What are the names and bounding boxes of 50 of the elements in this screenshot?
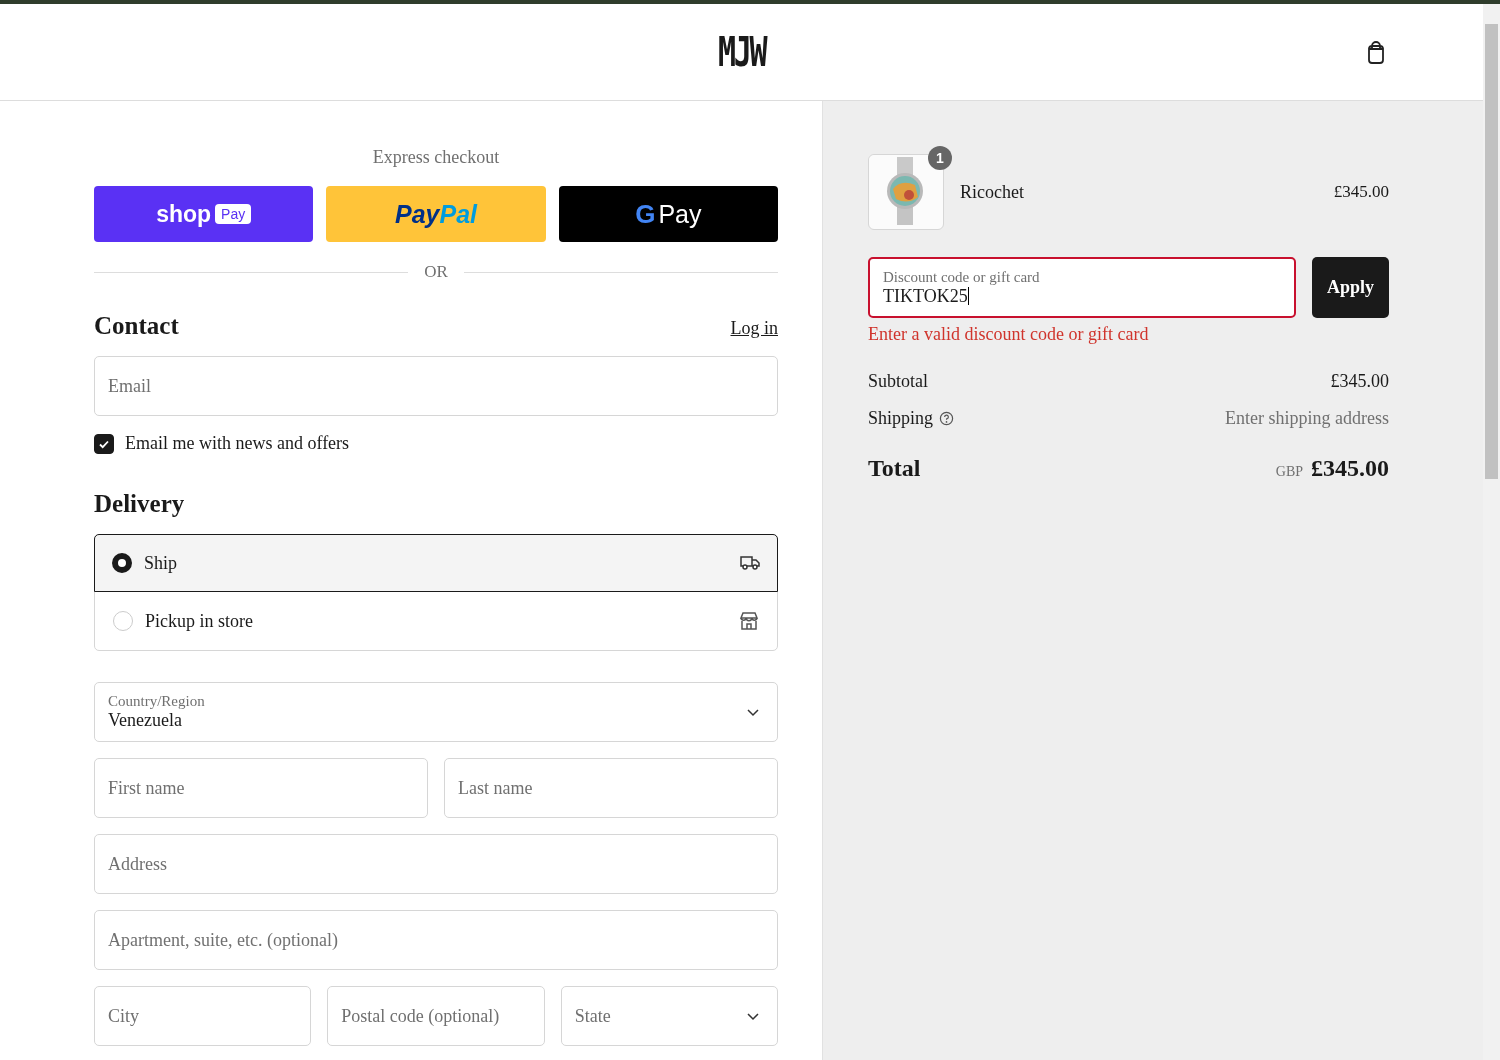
chevron-down-icon xyxy=(747,709,759,717)
total-value: £345.00 xyxy=(1311,455,1389,482)
delivery-option-label: Pickup in store xyxy=(145,610,254,632)
shop-pay-button[interactable]: shop Pay xyxy=(94,186,314,242)
email-field[interactable]: Email xyxy=(94,356,778,416)
truck-icon xyxy=(740,556,760,570)
discount-field[interactable]: Discount code or gift card TIKTOK25 xyxy=(868,257,1296,318)
delivery-heading: Delivery xyxy=(94,490,186,518)
paypal-button[interactable]: PayPal xyxy=(326,186,546,242)
input-field[interactable]: First name xyxy=(94,758,428,818)
newsletter-label: Email me with news and offers xyxy=(125,433,350,454)
input-field[interactable]: Address xyxy=(94,834,778,894)
shipping-label: Shipping xyxy=(868,408,933,429)
scrollbar[interactable] xyxy=(1483,4,1500,1060)
input-field[interactable]: Apartment, suite, etc. (optional) xyxy=(94,910,778,970)
google-pay-button[interactable]: G Pay xyxy=(558,186,778,242)
logo[interactable]: MJW xyxy=(717,29,766,75)
help-icon[interactable] xyxy=(939,411,954,426)
newsletter-checkbox[interactable] xyxy=(94,433,114,454)
delivery-option[interactable]: Pickup in store xyxy=(95,592,777,650)
discount-value: TIKTOK25 xyxy=(883,285,970,307)
input-field[interactable]: City xyxy=(94,986,312,1046)
currency-code: GBP xyxy=(1275,464,1303,480)
contact-heading: Contact xyxy=(94,312,179,340)
delivery-option-label: Ship xyxy=(144,552,178,574)
apply-button[interactable]: Apply xyxy=(1312,257,1389,318)
error-message: Enter a valid discount code or gift card xyxy=(868,324,1150,345)
log-in-link[interactable]: Log in xyxy=(730,318,778,339)
state-select[interactable]: State xyxy=(560,986,778,1046)
input-field[interactable]: Postal code (optional) xyxy=(327,986,545,1046)
state-placeholder: State xyxy=(574,1005,611,1027)
shipping-value: Enter shipping address xyxy=(1225,408,1389,429)
product-price: £345.00 xyxy=(1333,182,1389,202)
product-name: Ricochet xyxy=(960,181,1025,203)
discount-label: Discount code or gift card xyxy=(883,268,1041,286)
country-label: Country/Region xyxy=(108,693,205,710)
store-icon xyxy=(739,611,759,631)
chevron-down-icon xyxy=(747,1013,759,1021)
express-checkout-title: Express checkout xyxy=(371,147,501,168)
delivery-option[interactable]: Ship xyxy=(94,534,778,592)
or-divider-text: OR xyxy=(424,262,448,282)
total-label: Total xyxy=(868,455,921,482)
country-select[interactable]: Country/Region Venezuela xyxy=(94,682,778,742)
shopping-bag-icon[interactable] xyxy=(1366,40,1386,64)
subtotal-label: Subtotal xyxy=(868,371,928,392)
radio-button[interactable] xyxy=(112,553,132,573)
subtotal-value: £345.00 xyxy=(1330,371,1389,392)
input-field[interactable]: Last name xyxy=(444,758,778,818)
country-value: Venezuela xyxy=(108,710,182,731)
quantity-badge: 1 xyxy=(928,146,952,170)
